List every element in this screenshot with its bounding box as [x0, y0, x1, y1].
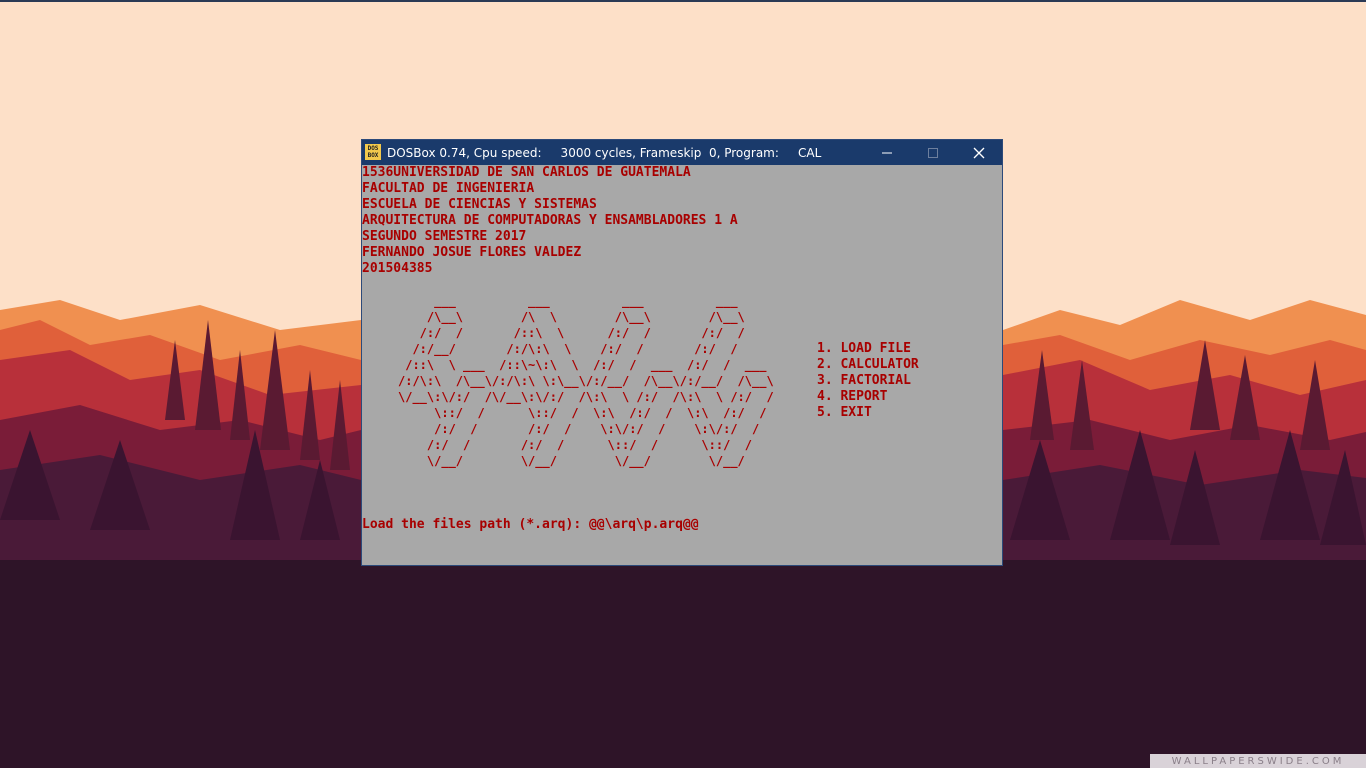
menu-item-calculator: 2. CALCULATOR: [817, 357, 919, 372]
close-button[interactable]: [956, 140, 1002, 165]
maximize-button[interactable]: [910, 140, 956, 165]
menu-item-exit: 5. EXIT: [817, 405, 872, 420]
window-titlebar[interactable]: DOS BOX DOSBox 0.74, Cpu speed: 3000 cyc…: [362, 140, 1002, 165]
header-line: 1536UNIVERSIDAD DE SAN CARLOS DE GUATEMA…: [362, 165, 691, 180]
maximize-icon: [928, 147, 938, 158]
header-line: ESCUELA DE CIENCIAS Y SISTEMAS: [362, 197, 597, 212]
wallpaper-watermark: WALLPAPERSWIDE.COM: [1150, 754, 1366, 768]
header-line: FERNANDO JOSUE FLORES VALDEZ: [362, 245, 582, 260]
top-edge-line: [0, 0, 1366, 2]
header-line: 201504385: [362, 261, 433, 276]
header-line: ARQUITECTURA DE COMPUTADORAS Y ENSAMBLAD…: [362, 213, 738, 228]
ascii-logo: ___ ___ ___ ___ /\__\ /\ \ /\__\ /\__\ /…: [398, 294, 774, 468]
window-title: DOSBox 0.74, Cpu speed: 3000 cycles, Fra…: [387, 146, 822, 160]
menu-item-factorial: 3. FACTORIAL: [817, 373, 911, 388]
menu-item-load-file: 1. LOAD FILE: [817, 341, 911, 356]
dosbox-window[interactable]: DOS BOX DOSBox 0.74, Cpu speed: 3000 cyc…: [361, 139, 1003, 566]
minimize-icon: [882, 152, 892, 153]
close-icon: [973, 147, 985, 158]
dosbox-icon: DOS BOX: [365, 144, 381, 160]
header-line: FACULTAD DE INGENIERIA: [362, 181, 535, 196]
menu-item-report: 4. REPORT: [817, 389, 888, 404]
header-line: SEGUNDO SEMESTRE 2017: [362, 229, 527, 244]
minimize-button[interactable]: [864, 140, 910, 165]
dos-console[interactable]: 1536UNIVERSIDAD DE SAN CARLOS DE GUATEMA…: [362, 165, 1002, 565]
path-prompt[interactable]: Load the files path (*.arq): @@\arq\p.ar…: [362, 517, 699, 533]
